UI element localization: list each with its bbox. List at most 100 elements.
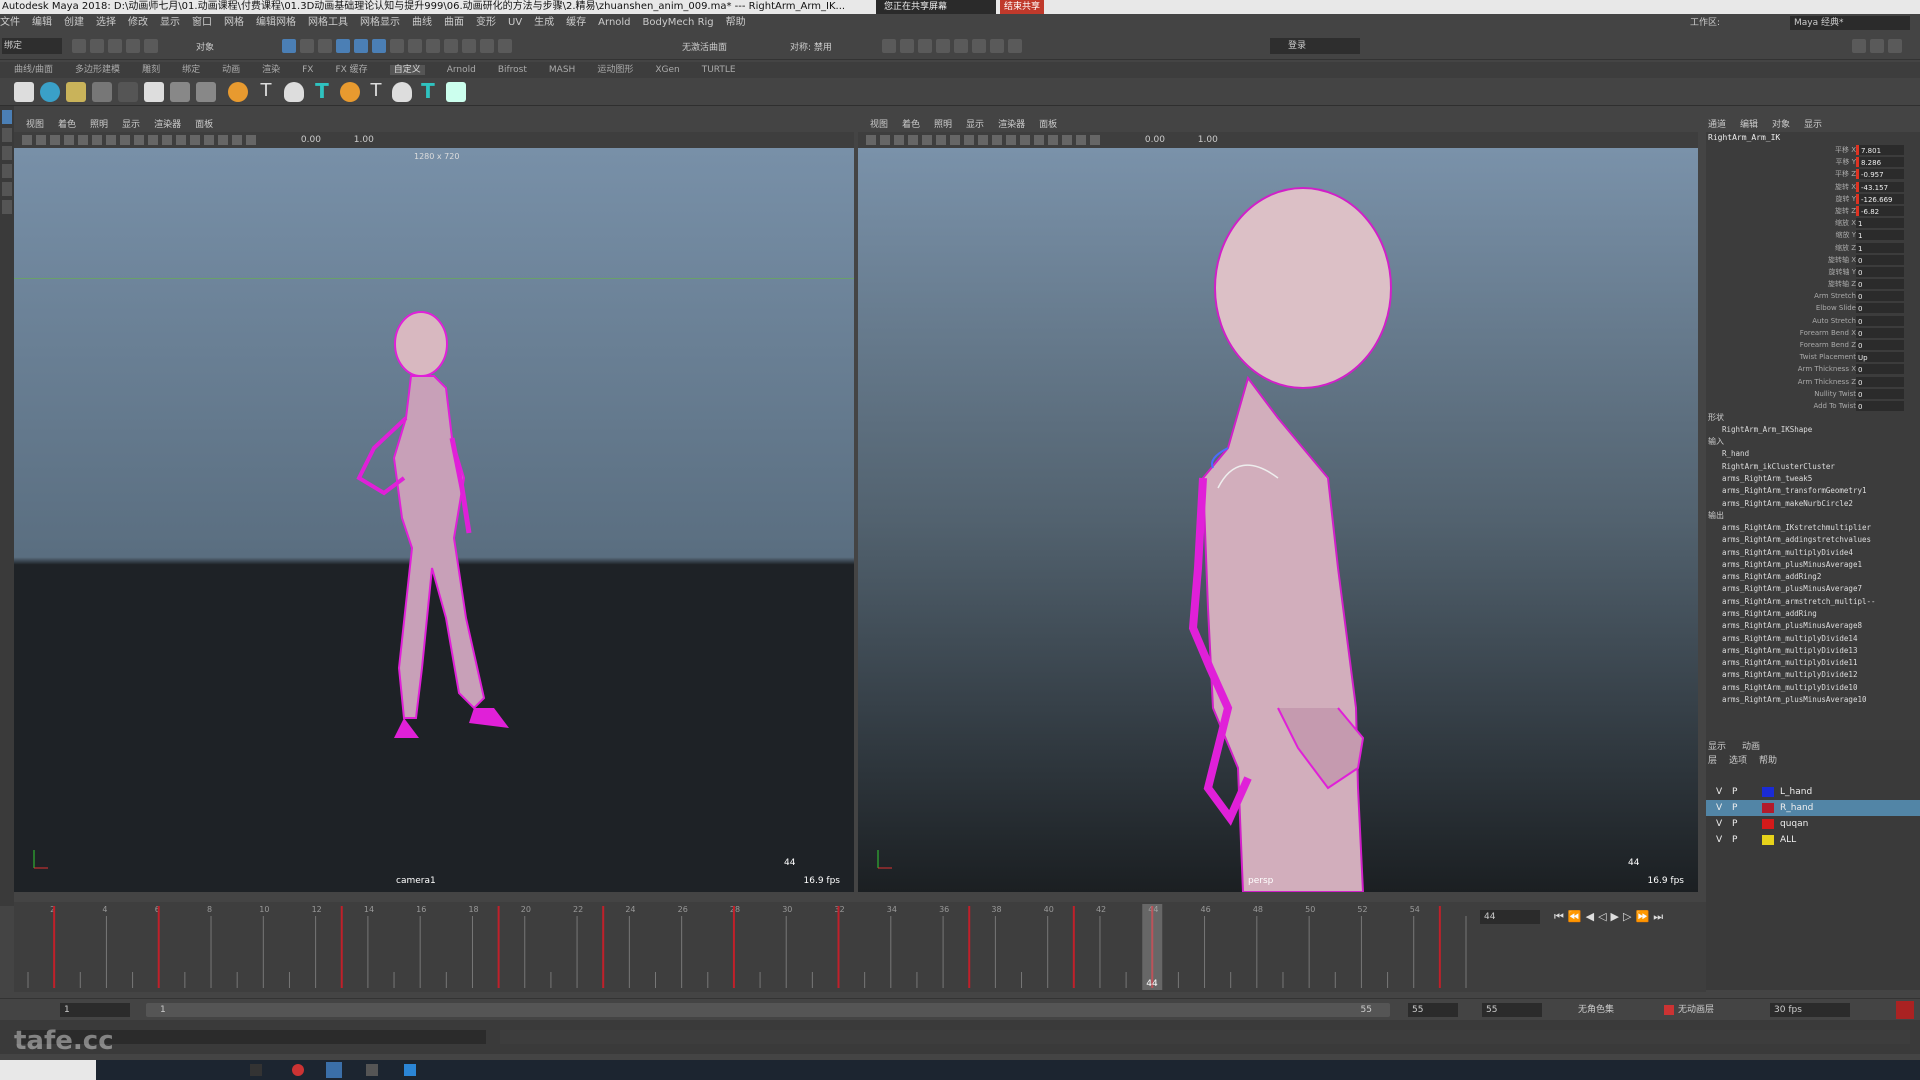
arnold-render-icon[interactable]: [972, 39, 986, 53]
history-icon[interactable]: [426, 39, 440, 53]
shelf-brain-icon[interactable]: [14, 82, 34, 102]
attribute-editor-icon[interactable]: [1870, 39, 1884, 53]
attribute-row[interactable]: Add To Twist 0: [1706, 400, 1920, 412]
pause-icon[interactable]: [990, 39, 1004, 53]
step-forward-icon[interactable]: ▷: [1623, 910, 1635, 923]
shelf-s-icon[interactable]: [340, 82, 360, 102]
login-button[interactable]: 登录: [1270, 38, 1360, 54]
snap-curve-icon[interactable]: [354, 39, 368, 53]
channel-box-tab[interactable]: 对象: [1772, 120, 1790, 130]
viewport-menu-item[interactable]: 渲染器: [998, 120, 1025, 130]
shelf-tab[interactable]: XGen: [655, 65, 679, 75]
shelf-t-cyan2-icon[interactable]: T: [418, 81, 438, 102]
smooth-shade-icon[interactable]: [1020, 135, 1030, 145]
output-node[interactable]: arms_RightArm_addingstretchvalues: [1706, 534, 1920, 546]
layer-row[interactable]: V P L_hand: [1706, 784, 1920, 800]
viewport-menu-item[interactable]: 着色: [902, 120, 920, 130]
layer-row[interactable]: V P R_hand: [1706, 800, 1920, 816]
viewport-persp[interactable]: persp 44 16.9 fps: [858, 148, 1698, 892]
film-gate-icon[interactable]: [936, 135, 946, 145]
output-node[interactable]: arms_RightArm_addRing2: [1706, 571, 1920, 583]
play-forward-icon[interactable]: ▶: [1611, 910, 1623, 923]
exposure-value[interactable]: 0.00: [301, 135, 321, 145]
attribute-value[interactable]: 0: [1856, 327, 1904, 338]
shadows-icon[interactable]: [1062, 135, 1072, 145]
shape-node[interactable]: RightArm_Arm_IKShape: [1706, 424, 1920, 436]
camera-lock-icon[interactable]: [36, 135, 46, 145]
layer-playback-toggle[interactable]: P: [1732, 832, 1737, 848]
viewport-menu-item[interactable]: 渲染器: [154, 120, 181, 130]
layer-tab[interactable]: 显示: [1708, 742, 1726, 752]
attribute-row[interactable]: 平移 Y 8.286: [1706, 156, 1920, 168]
attribute-value[interactable]: 0: [1856, 254, 1904, 265]
attribute-value[interactable]: 0: [1856, 266, 1904, 277]
select-icon[interactable]: [282, 39, 296, 53]
camera-select-icon[interactable]: [866, 135, 876, 145]
attribute-row[interactable]: 旋转 X -43.157: [1706, 181, 1920, 193]
render-frame-icon[interactable]: [900, 39, 914, 53]
attribute-value[interactable]: 1: [1856, 218, 1904, 229]
workspace-select[interactable]: Maya 经典*: [1790, 16, 1910, 30]
isolate-icon[interactable]: [1090, 135, 1100, 145]
play-back-icon[interactable]: ◁: [1598, 910, 1610, 923]
lights-icon[interactable]: [204, 135, 214, 145]
anim-end-field[interactable]: 55: [1408, 1003, 1458, 1017]
layer-tab[interactable]: 动画: [1742, 742, 1760, 752]
scale-tool-icon[interactable]: [2, 200, 12, 214]
bookmark-icon[interactable]: [50, 135, 60, 145]
shelf-tab[interactable]: 渲染: [262, 65, 280, 75]
paint-tool-icon[interactable]: [2, 146, 12, 160]
output-node[interactable]: arms_RightArm_plusMinusAverage1: [1706, 559, 1920, 571]
exposure-value[interactable]: 0.00: [1145, 135, 1165, 145]
attribute-row[interactable]: 旋转轴 X0: [1706, 254, 1920, 266]
layer-visibility-toggle[interactable]: V: [1716, 800, 1722, 816]
rotate-tool-icon[interactable]: [2, 182, 12, 196]
layer-row[interactable]: V P ALL: [1706, 832, 1920, 848]
attribute-value[interactable]: -126.669: [1856, 193, 1904, 204]
layer-name[interactable]: L_hand: [1780, 784, 1812, 800]
resolution-gate-icon[interactable]: [106, 135, 116, 145]
viewport-menu-item[interactable]: 着色: [58, 120, 76, 130]
attribute-value[interactable]: 0: [1856, 364, 1904, 375]
attribute-row[interactable]: 缩放 X1: [1706, 217, 1920, 229]
input-icon[interactable]: [444, 39, 458, 53]
output-node[interactable]: arms_RightArm_addRing: [1706, 608, 1920, 620]
shelf-tab[interactable]: 绑定: [182, 65, 200, 75]
output-node[interactable]: arms_RightArm_IKstretchmultiplier: [1706, 522, 1920, 534]
viewport-menu-item[interactable]: 视图: [870, 120, 888, 130]
shelf-all-icon[interactable]: [92, 82, 112, 102]
select-tool-icon[interactable]: [2, 110, 12, 124]
input-node[interactable]: arms_RightArm_makeNurbCircle2: [1706, 498, 1920, 510]
viewport-menu-item[interactable]: 面板: [195, 120, 213, 130]
input-node[interactable]: arms_RightArm_transformGeometry1: [1706, 485, 1920, 497]
ipr-icon[interactable]: [918, 39, 932, 53]
layer-menu-item[interactable]: 帮助: [1759, 756, 1777, 766]
menu-item[interactable]: UV: [508, 17, 522, 28]
textured-icon[interactable]: [1034, 135, 1044, 145]
attribute-row[interactable]: 平移 Z -0.957: [1706, 168, 1920, 180]
input-node[interactable]: RightArm_ikClusterCluster: [1706, 461, 1920, 473]
menu-item[interactable]: 编辑网格: [256, 17, 296, 28]
gate-mask-icon[interactable]: [964, 135, 974, 145]
attribute-value[interactable]: 0: [1856, 388, 1904, 399]
shelf-tab[interactable]: 雕刻: [142, 65, 160, 75]
output-node[interactable]: arms_RightArm_multiplyDivide10: [1706, 682, 1920, 694]
shelf-folder-icon[interactable]: [66, 82, 86, 102]
current-frame-field[interactable]: 44: [1480, 910, 1540, 924]
menu-item[interactable]: 缓存: [566, 17, 586, 28]
shelf-tab[interactable]: 多边形建模: [75, 65, 120, 75]
camera-select-icon[interactable]: [22, 135, 32, 145]
output-node[interactable]: arms_RightArm_multiplyDivide11: [1706, 657, 1920, 669]
taskbar-app-icon[interactable]: [250, 1064, 262, 1076]
viewport-menu-item[interactable]: 显示: [122, 120, 140, 130]
viewport-camera1[interactable]: 1280 x 720 camera1 44 16.9 fps: [14, 148, 854, 892]
snap-point-icon[interactable]: [372, 39, 386, 53]
menu-set-select[interactable]: 绑定: [2, 38, 62, 54]
shadows-icon[interactable]: [218, 135, 228, 145]
lasso-tool-icon[interactable]: [2, 128, 12, 142]
attribute-value[interactable]: 7.801: [1856, 145, 1904, 155]
taskbar-chrome-icon[interactable]: [292, 1064, 304, 1076]
viewport-menu-item[interactable]: 视图: [26, 120, 44, 130]
attribute-row[interactable]: Arm Thickness Z0: [1706, 376, 1920, 388]
attribute-row[interactable]: Arm Thickness X0: [1706, 363, 1920, 375]
